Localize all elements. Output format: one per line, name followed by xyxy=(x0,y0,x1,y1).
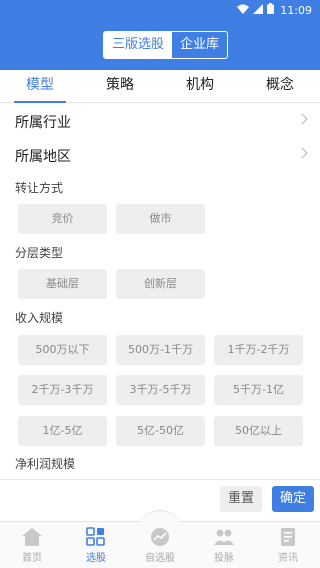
option-market-making[interactable]: 做市 xyxy=(116,204,205,234)
option-revenue[interactable]: 5亿-50亿 xyxy=(116,416,205,446)
people-icon xyxy=(213,527,235,547)
tab-concept[interactable]: 概念 xyxy=(240,70,320,102)
nav-news-label: 资讯 xyxy=(278,553,298,564)
bottom-nav: 首页 选股 自选股 投脉 资讯 xyxy=(0,510,320,568)
app-header: 11:09 三版选股 企业库 xyxy=(0,0,320,70)
nav-home[interactable]: 首页 xyxy=(0,522,64,568)
nav-watchlist-label: 自选股 xyxy=(145,553,175,564)
row-region[interactable]: 所属地区 xyxy=(0,138,320,172)
nav-home-label: 首页 xyxy=(22,553,42,564)
option-revenue[interactable]: 500万以下 xyxy=(18,335,107,365)
tab-bar: 模型 策略 机构 概念 xyxy=(0,70,320,103)
confirm-button[interactable]: 确定 xyxy=(272,486,314,512)
row-region-label: 所属地区 xyxy=(15,149,71,165)
option-bidding[interactable]: 竞价 xyxy=(18,204,107,234)
battery-icon xyxy=(267,3,275,17)
segment-control: 三版选股 企业库 xyxy=(103,31,229,59)
news-icon xyxy=(277,527,299,547)
row-industry[interactable]: 所属行业 xyxy=(0,104,320,138)
segment-company-library[interactable]: 企业库 xyxy=(172,32,227,58)
grid-icon xyxy=(85,527,107,547)
chevron-right-icon xyxy=(296,113,308,125)
option-revenue[interactable]: 1千万-2千万 xyxy=(214,335,303,365)
row-industry-label: 所属行业 xyxy=(15,115,71,131)
reset-button[interactable]: 重置 xyxy=(220,486,262,512)
chevron-right-icon xyxy=(296,147,308,159)
tab-model[interactable]: 模型 xyxy=(0,70,80,102)
nav-watchlist[interactable]: 自选股 xyxy=(128,510,192,568)
nav-network-label: 投脉 xyxy=(214,553,234,564)
section-title-revenue: 收入规模 xyxy=(15,311,64,325)
section-title-tier: 分层类型 xyxy=(15,246,64,260)
chart-icon xyxy=(149,527,171,547)
section-title-profit: 净利润规模 xyxy=(15,457,76,471)
section-title-transfer: 转让方式 xyxy=(15,181,64,195)
status-bar: 11:09 xyxy=(0,0,320,20)
option-basic-tier[interactable]: 基础层 xyxy=(18,269,107,299)
segment-stock-select[interactable]: 三版选股 xyxy=(104,32,173,58)
nav-stock-select-label: 选股 xyxy=(86,553,106,564)
option-revenue[interactable]: 500万-1千万 xyxy=(116,335,205,365)
option-innovation-tier[interactable]: 创新层 xyxy=(116,269,205,299)
tab-strategy[interactable]: 策略 xyxy=(80,70,160,102)
option-revenue[interactable]: 5千万-1亿 xyxy=(214,375,303,405)
nav-news[interactable]: 资讯 xyxy=(256,522,320,568)
option-revenue[interactable]: 2千万-3千万 xyxy=(18,375,107,405)
signal-icon xyxy=(253,3,264,17)
nav-network[interactable]: 投脉 xyxy=(192,522,256,568)
home-icon xyxy=(21,527,43,547)
tab-institution[interactable]: 机构 xyxy=(160,70,240,102)
status-time: 11:09 xyxy=(280,3,312,17)
option-revenue[interactable]: 3千万-5千万 xyxy=(116,375,205,405)
nav-stock-select[interactable]: 选股 xyxy=(64,522,128,568)
option-revenue[interactable]: 50亿以上 xyxy=(214,416,303,446)
wifi-icon xyxy=(237,4,250,17)
option-revenue[interactable]: 1亿-5亿 xyxy=(18,416,107,446)
